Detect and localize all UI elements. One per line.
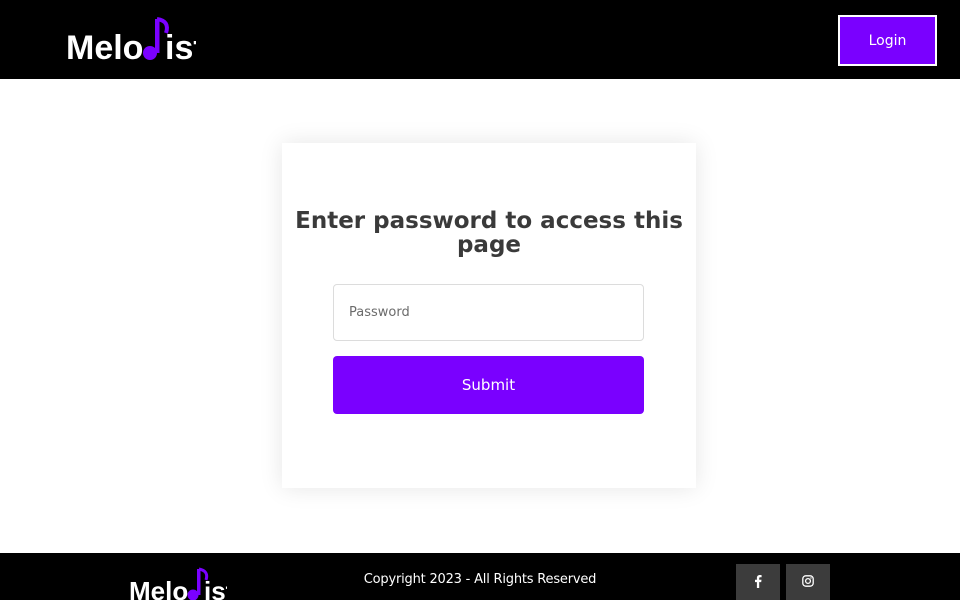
page-title: Enter password to access this page bbox=[295, 208, 683, 258]
site-header: Melo ist Login bbox=[0, 0, 960, 79]
svg-text:Melo: Melo bbox=[66, 29, 143, 61]
password-input[interactable] bbox=[333, 284, 644, 341]
melodist-logo[interactable]: Melo ist bbox=[66, 15, 196, 61]
svg-text:ist: ist bbox=[165, 29, 196, 61]
instagram-icon bbox=[802, 575, 814, 587]
facebook-icon bbox=[755, 574, 762, 588]
login-button[interactable]: Login bbox=[838, 15, 937, 66]
submit-button[interactable]: Submit bbox=[333, 356, 644, 414]
password-card: Enter password to access this page Submi… bbox=[282, 143, 696, 488]
facebook-link[interactable] bbox=[736, 564, 780, 600]
instagram-link[interactable] bbox=[786, 564, 830, 600]
site-footer: Melo ist Copyright 2023 - All Rights Res… bbox=[0, 553, 960, 600]
